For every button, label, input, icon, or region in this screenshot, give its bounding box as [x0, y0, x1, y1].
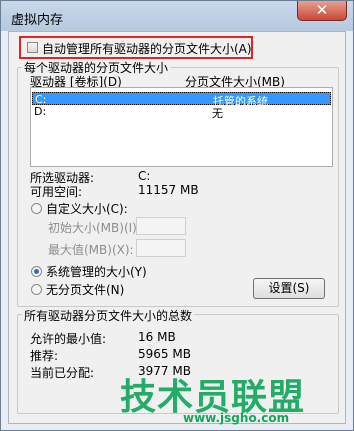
total-group-label: 所有驱动器分页文件大小的总数 [22, 307, 195, 324]
drive-list[interactable]: C: 托管的系统 D: 无 [30, 87, 333, 167]
close-icon: ✕ [315, 1, 329, 19]
custom-size-label[interactable]: 自定义大小(C): [46, 200, 128, 217]
initial-size-input[interactable] [136, 217, 186, 235]
current-allocated-label: 当前已分配: [30, 366, 95, 380]
initial-size-label: 初始大小(MB)(I): [48, 221, 141, 235]
drive-letter: D: [34, 105, 47, 118]
title-bar: 虚拟内存 ✕ [1, 1, 353, 31]
min-allowed-value: 16 MB [138, 330, 176, 344]
free-space-label: 可用空间: [30, 185, 83, 199]
min-allowed-label: 允许的最小值: [30, 332, 107, 346]
close-button[interactable]: ✕ [297, 1, 347, 21]
selected-drive-value: C: [138, 169, 151, 183]
drive-size: 无 [212, 107, 223, 120]
max-size-input[interactable] [136, 239, 186, 257]
auto-manage-checkbox[interactable] [27, 42, 38, 53]
system-managed-label[interactable]: 系统管理的大小(Y) [46, 263, 147, 280]
window-title: 虚拟内存 [11, 13, 64, 28]
list-item-drive-c[interactable]: C: 托管的系统 [32, 92, 331, 108]
set-button[interactable]: 设置(S) [253, 278, 325, 299]
free-space-value: 11157 MB [138, 183, 199, 197]
recommended-value: 5965 MB [138, 347, 191, 361]
no-paging-label[interactable]: 无分页文件(N) [46, 281, 124, 298]
custom-size-radio[interactable] [31, 203, 42, 214]
no-paging-radio[interactable] [31, 284, 42, 295]
max-size-label: 最大值(MB)(X): [48, 243, 134, 257]
auto-manage-label[interactable]: 自动管理所有驱动器的分页文件大小(A) [42, 40, 252, 57]
recommended-label: 推荐: [30, 349, 59, 363]
watermark-url: www.jsgho.com [183, 411, 290, 425]
system-managed-radio[interactable] [31, 266, 42, 277]
list-item-drive-d[interactable]: D: 无 [32, 105, 331, 120]
